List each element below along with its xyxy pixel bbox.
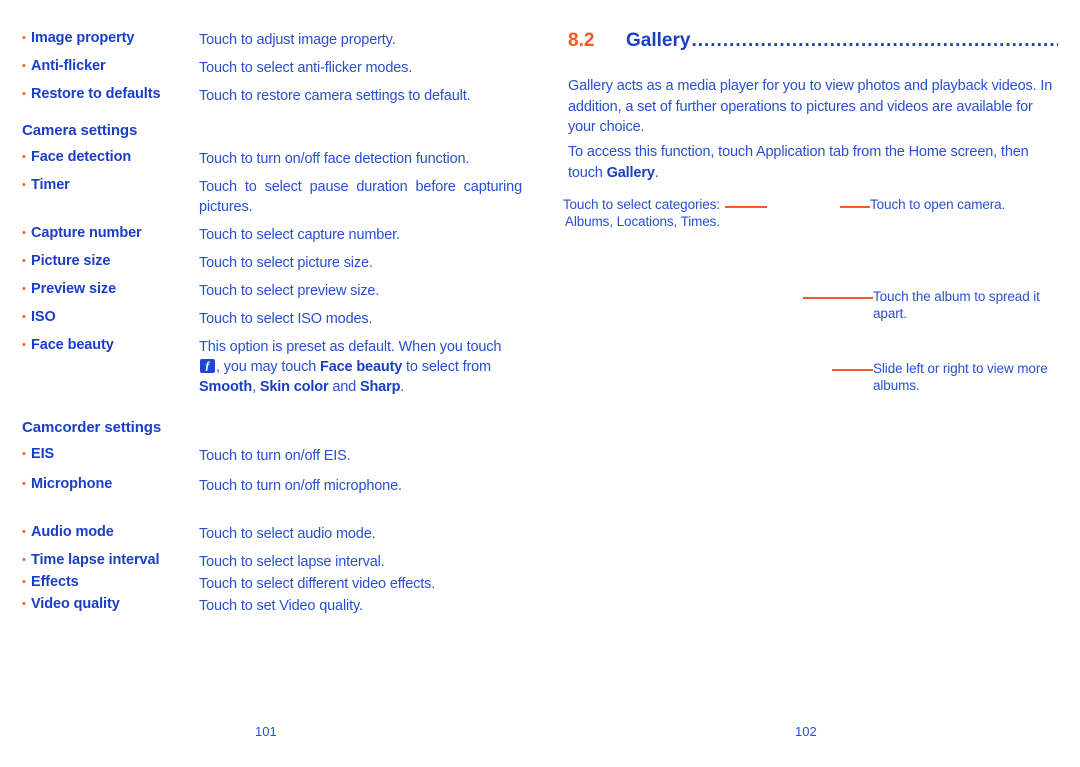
intro-paragraph: Gallery acts as a media player for you t… — [568, 78, 1053, 135]
bullet-icon: • — [22, 255, 26, 267]
definition-term: Effects — [31, 574, 79, 590]
definition-desc: This option is preset as default. When y… — [199, 337, 522, 397]
bullet-icon: • — [22, 339, 26, 351]
definition-row: • Microphone Touch to turn on/off microp… — [22, 476, 522, 496]
definition-row-face-beauty: • Face beauty This option is preset as d… — [22, 337, 522, 397]
access-text-bold: Gallery — [606, 164, 655, 181]
definition-term: Audio mode — [31, 524, 114, 540]
definition-desc: Touch to turn on/off microphone. — [199, 478, 402, 494]
page-number-left: 101 — [255, 724, 277, 739]
definition-row: • Image property Touch to adjust image p… — [22, 30, 522, 50]
definition-term: Preview size — [31, 281, 117, 297]
callout-leader-line — [832, 369, 873, 371]
definition-desc: Touch to adjust image property. — [199, 32, 396, 48]
bullet-icon: • — [22, 227, 26, 239]
access-text-after: . — [654, 164, 659, 181]
camcorder-settings-heading: Camcorder settings — [22, 419, 162, 436]
callout-categories: Touch to select categories: Albums, Loca… — [562, 197, 720, 229]
definition-term: ISO — [31, 309, 56, 325]
definition-desc: Touch to select capture number. — [199, 227, 400, 243]
fb-bold-face-beauty: Face beauty — [320, 359, 403, 375]
definition-term: Restore to defaults — [31, 86, 161, 102]
definition-row: • EIS Touch to turn on/off EIS. — [22, 446, 522, 466]
definition-term: EIS — [31, 446, 55, 462]
definition-term: Video quality — [31, 596, 120, 612]
definition-desc: Touch to turn on/off EIS. — [199, 448, 351, 464]
definition-term: Image property — [31, 30, 135, 46]
definition-term: Microphone — [31, 476, 113, 492]
bullet-icon: • — [22, 448, 26, 460]
chapter-title: Gallery — [626, 30, 691, 51]
definition-term: Time lapse interval — [31, 552, 160, 568]
bullet-icon: • — [22, 526, 26, 538]
definition-desc: Touch to restore camera settings to defa… — [199, 88, 471, 104]
definition-term: Anti-flicker — [31, 58, 106, 74]
definition-row: • Anti-flicker Touch to select anti-flic… — [22, 58, 522, 78]
access-paragraph: To access this function, touch Applicati… — [568, 142, 1060, 183]
fb-bold-sharp: Sharp — [359, 379, 401, 395]
fb-bold-smooth: Smooth — [199, 379, 253, 395]
definition-row: • Face detection Touch to turn on/off fa… — [22, 149, 522, 169]
definition-desc: Touch to select different video effects. — [199, 576, 436, 592]
fb-text-5: and — [328, 379, 360, 395]
definition-row: • Capture number Touch to select capture… — [22, 225, 522, 245]
face-beauty-icon — [200, 358, 215, 373]
definition-term: Picture size — [31, 253, 111, 269]
bullet-icon: • — [22, 88, 26, 100]
definition-desc: Touch to set Video quality. — [199, 598, 363, 614]
callout-leader-line — [840, 206, 870, 208]
bullet-icon: • — [22, 598, 26, 610]
fb-text-4: , — [252, 379, 260, 395]
definition-desc: Touch to select lapse interval. — [199, 554, 385, 570]
chapter-heading: 8.2 Gallery ............................… — [568, 30, 1058, 60]
leader-dots: ........................................… — [691, 30, 1058, 51]
bullet-icon: • — [22, 32, 26, 44]
bullet-icon: • — [22, 576, 26, 588]
fb-text-6: . — [400, 379, 405, 395]
definition-term: Face beauty — [31, 337, 114, 353]
bullet-icon: • — [22, 478, 26, 490]
fb-text-2: , you may touch — [216, 359, 320, 375]
definition-row: • Timer Touch to select pause duration b… — [22, 177, 522, 217]
bullet-icon: • — [22, 283, 26, 295]
fb-text-1: This option is preset as default. When y… — [199, 339, 502, 355]
definition-term: Face detection — [31, 149, 132, 165]
definition-term: Timer — [31, 177, 70, 193]
bullet-icon: • — [22, 311, 26, 323]
definition-desc: Touch to select preview size. — [199, 283, 380, 299]
definition-row: • Restore to defaults Touch to restore c… — [22, 86, 522, 106]
definition-row: • Time lapse interval Touch to select la… — [22, 552, 522, 572]
definition-row: • Preview size Touch to select preview s… — [22, 281, 522, 301]
definition-desc: Touch to select anti-flicker modes. — [199, 60, 413, 76]
fb-bold-skin-color: Skin color — [259, 379, 329, 395]
definition-desc: Touch to select audio mode. — [199, 526, 376, 542]
callout-open-camera: Touch to open camera. — [870, 197, 1006, 212]
bullet-icon: • — [22, 179, 26, 191]
bullet-icon: • — [22, 60, 26, 72]
camera-settings-heading: Camera settings — [22, 122, 138, 139]
page-number-right: 102 — [795, 724, 817, 739]
definition-row: • Effects Touch to select different vide… — [22, 574, 522, 594]
fb-text-3: to select from — [402, 359, 491, 375]
left-page-content: • Image property Touch to adjust image p… — [22, 30, 522, 618]
bullet-icon: • — [22, 151, 26, 163]
callout-slide-albums: Slide left or right to view more albums. — [873, 361, 1048, 393]
definition-desc: Touch to select ISO modes. — [199, 311, 373, 327]
bullet-icon: • — [22, 554, 26, 566]
definition-row: • Picture size Touch to select picture s… — [22, 253, 522, 273]
definition-row: • ISO Touch to select ISO modes. — [22, 309, 522, 329]
callout-leader-line — [803, 297, 873, 299]
callout-leader-line — [725, 206, 767, 208]
definition-row: • Audio mode Touch to select audio mode. — [22, 524, 522, 544]
callout-spread-album: Touch the album to spread it apart. — [873, 289, 1040, 321]
definition-desc: Touch to select picture size. — [199, 255, 373, 271]
chapter-number: 8.2 — [568, 30, 595, 51]
left-page: • Image property Touch to adjust image p… — [0, 0, 540, 767]
definition-term: Capture number — [31, 225, 142, 241]
definition-desc: Touch to turn on/off face detection func… — [199, 151, 470, 167]
definition-desc: Touch to select pause duration before ca… — [199, 179, 522, 215]
definition-row: • Video quality Touch to set Video quali… — [22, 596, 522, 616]
right-page: 8.2 Gallery ............................… — [540, 0, 1080, 767]
